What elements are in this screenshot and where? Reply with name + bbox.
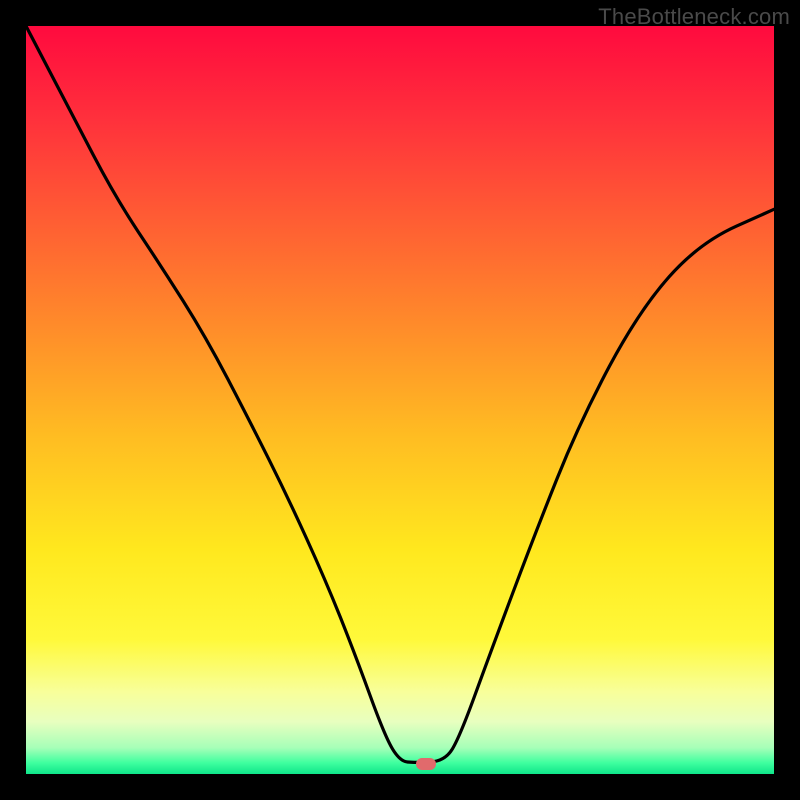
bottleneck-curve bbox=[26, 26, 774, 774]
watermark-text: TheBottleneck.com bbox=[598, 4, 790, 30]
chart-frame: TheBottleneck.com bbox=[0, 0, 800, 800]
optimum-marker bbox=[416, 758, 436, 770]
plot-area bbox=[26, 26, 774, 774]
